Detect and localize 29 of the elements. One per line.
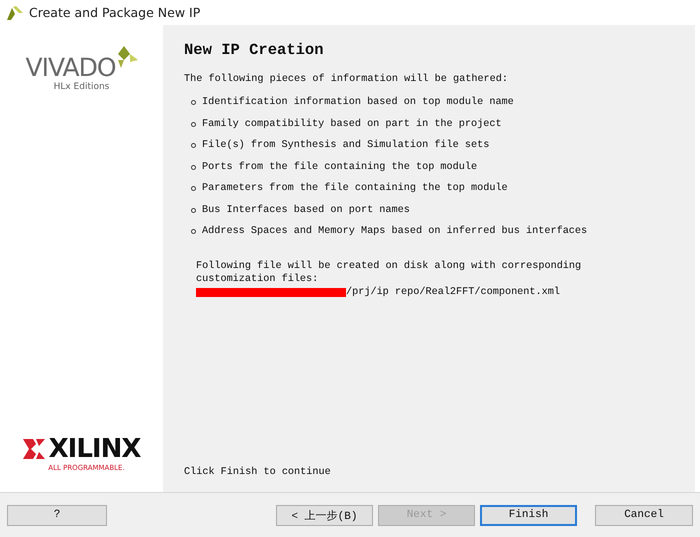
- bullet-icon: [191, 143, 196, 148]
- bullet-icon: [191, 100, 196, 105]
- company-logo-icon: [22, 439, 45, 459]
- list-item-text: Address Spaces and Memory Maps based on inferred bus interfaces: [202, 225, 588, 238]
- cancel-button[interactable]: Cancel: [595, 504, 693, 526]
- list-item-text: Parameters from the file containing the top module: [202, 182, 508, 195]
- product-logo-text: VIVADO: [25, 53, 116, 82]
- footer-text: Click Finish to continue: [184, 467, 332, 478]
- help-button[interactable]: ?: [7, 504, 107, 526]
- bullet-icon: [191, 208, 196, 212]
- app-icon: [7, 6, 23, 20]
- bullet-icon: [191, 186, 196, 191]
- list-item-text: Bus Interfaces based on port names: [202, 204, 410, 216]
- list-item-text: Ports from the file containing the top module: [202, 160, 478, 174]
- bullet-icon: [191, 229, 196, 234]
- list-item-text: Identification information based on top module name: [202, 96, 514, 109]
- file-note-text: Following file will be created on disk along with corresponding customization files:: [196, 260, 582, 286]
- bullet-icon: [191, 122, 196, 126]
- window-title: Create and Package New IP: [29, 5, 200, 20]
- bullet-icon: [191, 164, 196, 170]
- nav-button[interactable]: Finish: [480, 504, 577, 526]
- intro-text: The following pieces of information will be gathered:: [184, 73, 510, 86]
- list-item-text: File(s) from Synthesis and Simulation file sets: [202, 139, 490, 152]
- file-path-text: /prj/ip repo/Real2FFT/component.xml: [346, 286, 560, 299]
- page-heading: New IP Creation: [184, 41, 325, 59]
- list-item-text: Family compatibility based on part in the project: [202, 118, 502, 130]
- edition-label: HLx Editions: [54, 82, 110, 92]
- company-logo-text: XILINX: [48, 434, 140, 464]
- nav-button[interactable]: < 上一步(B): [276, 504, 373, 526]
